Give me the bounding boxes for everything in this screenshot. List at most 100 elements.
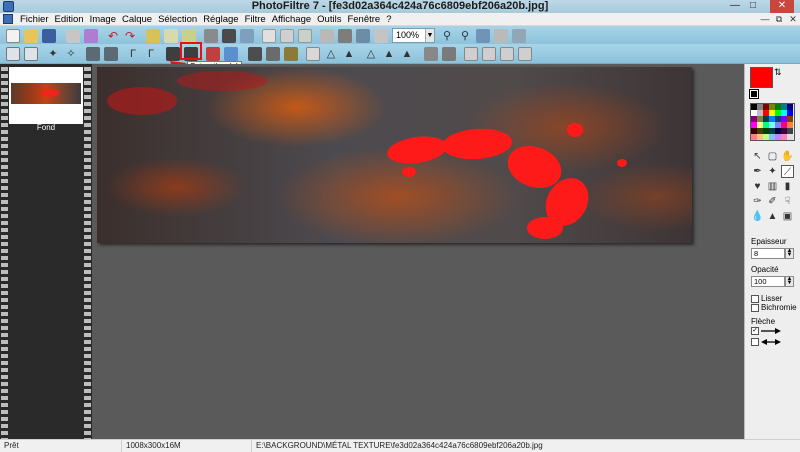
- document-icon[interactable]: [3, 14, 13, 24]
- rotate-left-icon[interactable]: [500, 47, 514, 61]
- fit-window-icon[interactable]: [476, 29, 490, 43]
- fullscreen-icon[interactable]: [494, 29, 508, 43]
- spray-icon[interactable]: ▥: [766, 180, 779, 193]
- maximize-button[interactable]: □: [745, 0, 761, 13]
- opacity-input[interactable]: 100: [751, 276, 785, 287]
- color-balance-icon[interactable]: [206, 47, 220, 61]
- soften-icon[interactable]: △: [324, 47, 338, 61]
- save-icon[interactable]: [42, 29, 56, 43]
- close-button[interactable]: ✕: [770, 0, 794, 13]
- crop-icon[interactable]: [204, 29, 218, 43]
- advanced-brush-icon[interactable]: ✐: [766, 195, 779, 208]
- texture-icon[interactable]: [442, 47, 456, 61]
- thickness-spinner[interactable]: ▲ ▼: [785, 248, 794, 259]
- arrow-start-checkbox[interactable]: ✓: [751, 327, 759, 335]
- eyedropper-icon[interactable]: ✒: [751, 165, 764, 178]
- arrow-both-checkbox[interactable]: [751, 338, 759, 346]
- magic-wand-tool-icon[interactable]: ✦: [766, 165, 779, 178]
- cut-icon[interactable]: [146, 29, 160, 43]
- menu-item[interactable]: ?: [383, 13, 394, 26]
- layer-thumbnail[interactable]: [9, 67, 83, 124]
- menu-item[interactable]: Affichage: [269, 13, 314, 26]
- display-icon[interactable]: [512, 29, 526, 43]
- eraser-icon[interactable]: ▮: [781, 180, 794, 193]
- flip-vertical-icon[interactable]: [482, 47, 496, 61]
- blur-icon[interactable]: [306, 47, 320, 61]
- grayscale-icon[interactable]: [248, 47, 262, 61]
- text-icon[interactable]: [320, 29, 334, 43]
- noise-icon[interactable]: [424, 47, 438, 61]
- menu-item[interactable]: Fenêtre: [344, 13, 383, 26]
- open-icon[interactable]: [24, 29, 38, 43]
- thickness-input[interactable]: 8: [751, 248, 785, 259]
- compare-icon[interactable]: [356, 29, 370, 43]
- brightness-minus-icon[interactable]: [86, 47, 100, 61]
- opacity-spinner[interactable]: ▲ ▼: [785, 276, 794, 287]
- sepia-icon[interactable]: [266, 47, 280, 61]
- line-tool-icon[interactable]: ⟋: [781, 165, 794, 178]
- select-all-icon[interactable]: [24, 47, 38, 61]
- workspace: [92, 64, 744, 439]
- relief-icon[interactable]: ▲: [382, 47, 396, 61]
- hand-icon[interactable]: ✋: [781, 150, 794, 163]
- canvas-size-icon[interactable]: [240, 29, 254, 43]
- redo-icon[interactable]: ↷: [123, 29, 137, 43]
- doc-close-button[interactable]: ✕: [786, 13, 800, 26]
- image-size-icon[interactable]: [222, 29, 236, 43]
- foreground-color-swatch[interactable]: [750, 67, 773, 88]
- copy-image-icon[interactable]: [262, 29, 276, 43]
- print-icon[interactable]: [66, 29, 80, 43]
- zoom-in-icon[interactable]: ⚲: [440, 29, 454, 43]
- menu-item[interactable]: Edition: [52, 13, 87, 26]
- palette-swatch[interactable]: [787, 134, 793, 140]
- grid-icon[interactable]: [338, 29, 352, 43]
- scan-icon[interactable]: [84, 29, 98, 43]
- emboss-icon[interactable]: △: [364, 47, 378, 61]
- menu-item[interactable]: Fichier: [17, 13, 52, 26]
- bichromy-checkbox[interactable]: [751, 304, 759, 312]
- new-icon[interactable]: [6, 29, 20, 43]
- sharpen-icon[interactable]: ▲: [342, 47, 356, 61]
- rotate-right-icon[interactable]: [518, 47, 532, 61]
- gamma-icon[interactable]: [224, 47, 238, 61]
- paste-icon[interactable]: [182, 29, 196, 43]
- auto-contrast-icon[interactable]: ✧: [64, 47, 78, 61]
- color-palette[interactable]: [750, 103, 795, 141]
- smudge-icon[interactable]: ☟: [781, 195, 794, 208]
- swap-colors-icon[interactable]: ⇅: [774, 67, 782, 78]
- default-colors-icon[interactable]: [749, 89, 759, 99]
- selection-icon[interactable]: [6, 47, 20, 61]
- clone-stamp-icon[interactable]: ▲: [766, 210, 779, 223]
- paste-as-new-icon[interactable]: [298, 29, 312, 43]
- pattern-icon[interactable]: ▣: [781, 210, 794, 223]
- menu-item[interactable]: Calque: [119, 13, 155, 26]
- menu-item[interactable]: Réglage: [200, 13, 241, 26]
- menu-item[interactable]: Sélection: [155, 13, 200, 26]
- image-canvas[interactable]: [97, 67, 692, 243]
- settings-icon[interactable]: [374, 29, 388, 43]
- duplicate-icon[interactable]: [280, 29, 294, 43]
- doc-minimize-button[interactable]: —: [758, 13, 772, 26]
- negative-icon[interactable]: [284, 47, 298, 61]
- zoom-out-icon[interactable]: ⚲: [458, 29, 472, 43]
- selection-tool-icon[interactable]: ▢: [766, 150, 779, 163]
- arrow-both-icon: [761, 339, 781, 345]
- magic-wand-icon[interactable]: ✦: [46, 47, 60, 61]
- pointer-icon[interactable]: ↖: [751, 150, 764, 163]
- menu-item[interactable]: Outils: [314, 13, 344, 26]
- copy-icon[interactable]: [164, 29, 178, 43]
- menu-item[interactable]: Image: [87, 13, 119, 26]
- doc-restore-button[interactable]: ⧉: [772, 13, 786, 26]
- smooth-checkbox[interactable]: [751, 295, 759, 303]
- blur-drop-icon[interactable]: 💧: [751, 210, 764, 223]
- menu-item[interactable]: Filtre: [242, 13, 269, 26]
- brightness-plus-icon[interactable]: [104, 47, 118, 61]
- fill-icon[interactable]: ♥: [751, 180, 764, 193]
- minimize-button[interactable]: —: [727, 0, 743, 13]
- chevron-down-icon[interactable]: ▼: [425, 29, 434, 42]
- brush-icon[interactable]: ✑: [751, 195, 764, 208]
- edges-icon[interactable]: ▲: [400, 47, 414, 61]
- flip-horizontal-icon[interactable]: [464, 47, 478, 61]
- undo-icon[interactable]: ↶: [106, 29, 120, 43]
- zoom-select[interactable]: 100% ▼: [392, 28, 435, 43]
